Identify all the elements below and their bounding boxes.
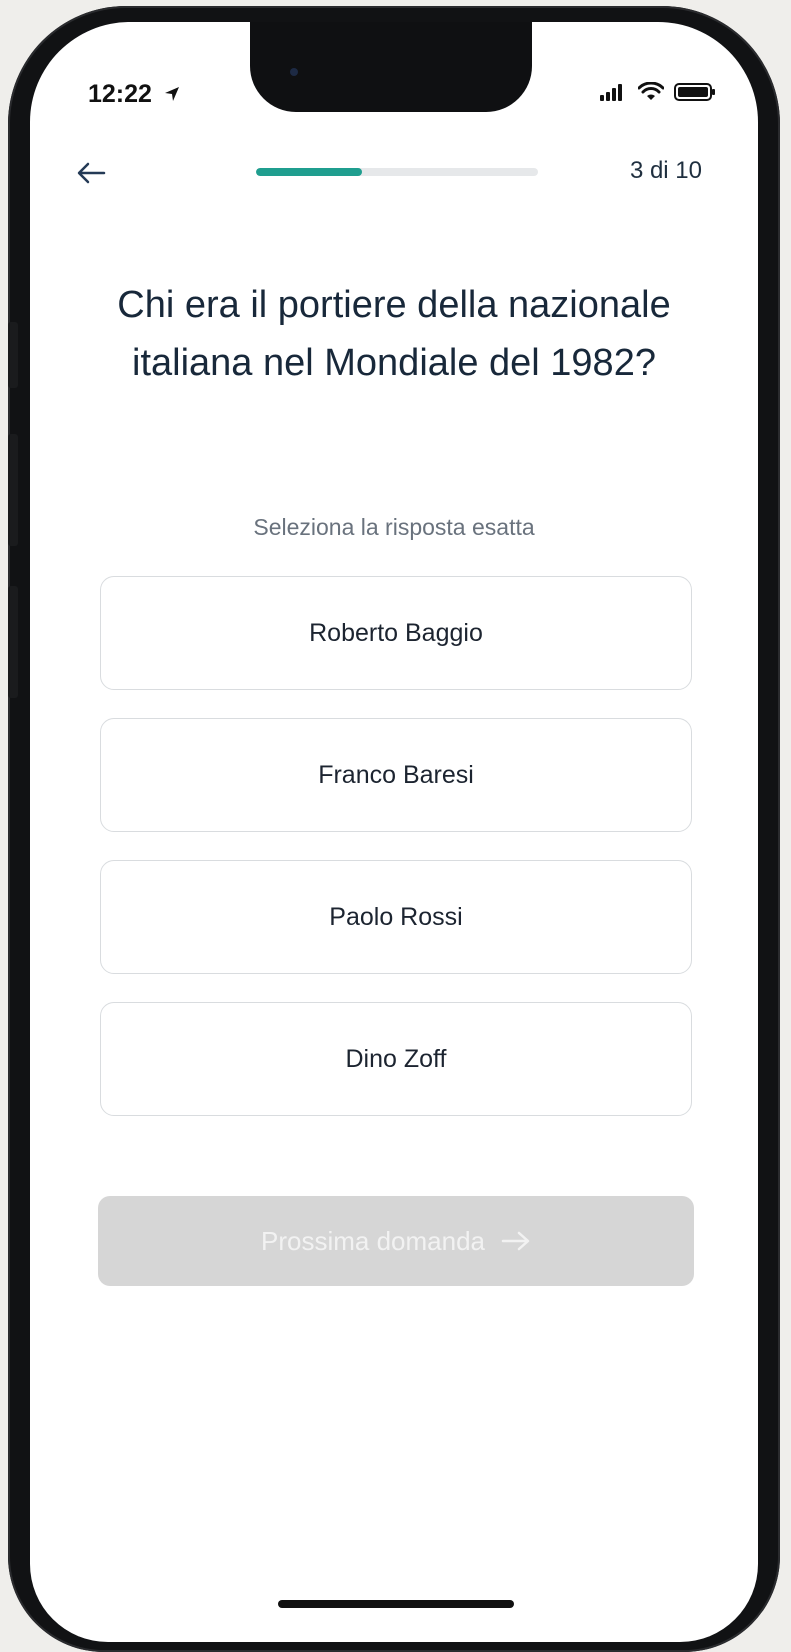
back-button[interactable] <box>74 156 108 190</box>
next-question-button[interactable]: Prossima domanda <box>98 1196 694 1286</box>
location-arrow-icon <box>164 87 179 101</box>
answer-label: Dino Zoff <box>345 1044 447 1073</box>
front-camera <box>290 68 298 76</box>
notch <box>250 22 532 112</box>
instruction-text: Seleziona la risposta esatta <box>253 514 535 540</box>
status-time-text: 12:22 <box>88 80 152 108</box>
answer-label: Franco Baresi <box>318 760 474 789</box>
progress-bar <box>256 168 538 176</box>
answer-option-3[interactable]: Paolo Rossi <box>100 860 692 974</box>
app-screen: 12:22 3 di 10 Chi era il portiere della … <box>30 22 758 1642</box>
answer-option-1[interactable]: Roberto Baggio <box>100 576 692 690</box>
status-icons <box>600 82 716 102</box>
progress-counter: 3 di 10 <box>629 157 702 184</box>
answer-option-2[interactable]: Franco Baresi <box>100 718 692 832</box>
volume-up-button <box>8 434 18 546</box>
next-question-label: Prossima domanda <box>261 1225 485 1256</box>
phone-frame: 12:22 3 di 10 Chi era il portiere della … <box>8 6 780 1652</box>
volume-down-button <box>8 586 18 698</box>
status-time: 12:22 <box>88 80 181 109</box>
question-text: Chi era il portiere della nazionale ital… <box>117 284 671 384</box>
answer-label: Paolo Rossi <box>329 902 463 931</box>
mute-switch <box>8 322 18 388</box>
answer-option-4[interactable]: Dino Zoff <box>100 1002 692 1116</box>
wifi-icon <box>638 82 664 100</box>
cellular-signal-icon <box>600 84 622 101</box>
home-indicator[interactable] <box>278 1600 514 1608</box>
arrow-right-icon <box>501 1231 530 1251</box>
progress-bar-fill <box>256 168 362 176</box>
arrow-left-icon <box>77 162 106 184</box>
battery-icon <box>674 83 715 101</box>
answer-label: Roberto Baggio <box>309 618 483 647</box>
